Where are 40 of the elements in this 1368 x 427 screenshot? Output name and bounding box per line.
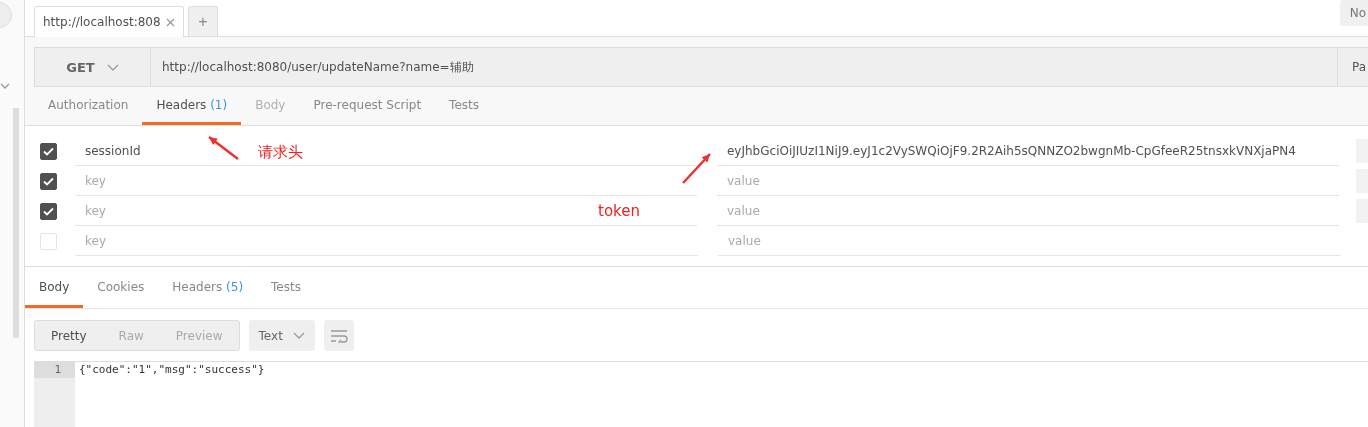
response-tab[interactable]: Headers (5) — [158, 269, 258, 308]
annotation-arrow — [208, 136, 239, 160]
wrap-lines-icon — [329, 328, 348, 343]
checkbox[interactable] — [40, 172, 57, 190]
checkbox[interactable] — [40, 202, 57, 220]
wrap-button[interactable] — [323, 320, 354, 351]
check-icon — [43, 146, 54, 156]
response-tab[interactable]: Cookies — [83, 269, 159, 308]
corner-button[interactable]: No — [1339, 0, 1368, 26]
chevron-down-icon — [292, 332, 305, 339]
tab-label: http://localhost:808 — [43, 15, 161, 29]
format-dropdown[interactable]: Text — [248, 320, 315, 351]
view-mode-button[interactable]: Raw — [102, 321, 160, 350]
check-icon — [43, 176, 54, 186]
response-tab[interactable]: Body — [25, 269, 84, 308]
scrollbar-thumb[interactable] — [13, 108, 19, 338]
value-field[interactable]: value — [717, 166, 1339, 196]
code-line: {"code":"1","msg":"success"} — [78, 362, 265, 378]
request-tab[interactable]: http://localhost:808 — [34, 6, 184, 37]
key-field[interactable]: key — [75, 226, 698, 256]
section-tab[interactable]: Tests — [435, 87, 493, 125]
response-tab[interactable]: Tests — [257, 269, 315, 308]
close-icon[interactable] — [166, 17, 175, 27]
value-field[interactable]: eyJhbGciOiJIUzI1NiJ9.eyJ1c2VySWQiOjF9.2R2Aih5sQNNZO2bwgnMb-CpGfeeR25tnsxkVNXjaPN4 — [717, 136, 1339, 166]
key-field[interactable]: key — [74, 166, 697, 196]
section-tab[interactable]: Headers (1) — [142, 87, 242, 125]
checkbox[interactable] — [40, 142, 57, 160]
view-mode-button[interactable]: Preview — [159, 321, 239, 350]
value-field[interactable]: value — [718, 226, 1341, 256]
annotation-text: token — [598, 202, 640, 220]
line-number: 1 — [34, 362, 75, 378]
check-icon — [43, 206, 54, 216]
value-field[interactable]: value — [717, 196, 1339, 226]
new-tab-button[interactable]: + — [188, 6, 218, 36]
section-tab[interactable]: Pre-request Script — [299, 87, 436, 125]
section-tab[interactable]: Authorization — [34, 87, 143, 125]
view-mode-button[interactable]: Pretty — [35, 321, 103, 350]
annotation-arrow — [682, 153, 711, 184]
chevron-down-icon[interactable] — [0, 83, 10, 90]
annotation-text: 请求头 — [258, 143, 303, 162]
